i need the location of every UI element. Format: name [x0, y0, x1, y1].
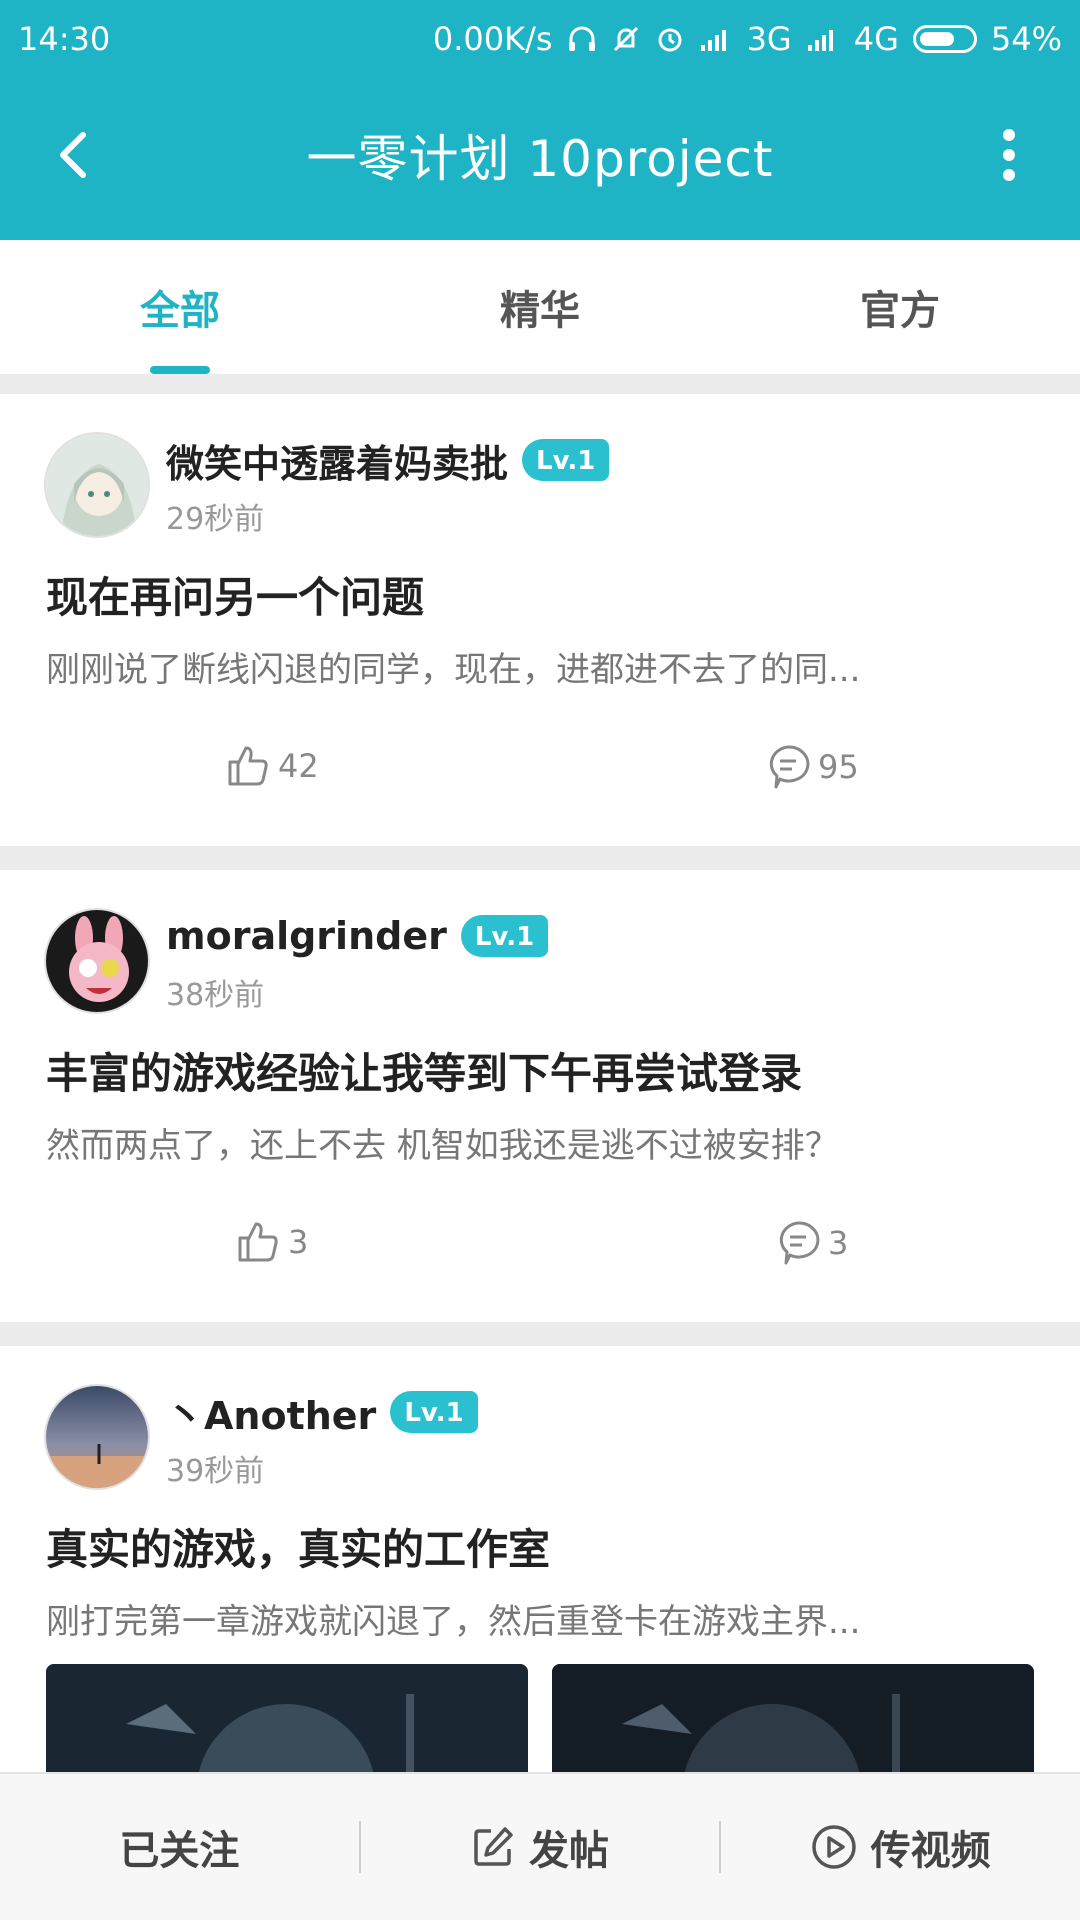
avatar[interactable] — [44, 1384, 150, 1490]
tab-indicator — [150, 366, 210, 374]
tab-label: 精华 — [500, 288, 580, 334]
bottom-action-bar: 已关注 发帖 传视频 — [0, 1772, 1080, 1920]
tab-label: 全部 — [140, 288, 220, 334]
post-author[interactable]: 微笑中透露着妈卖批 Lv.1 — [166, 432, 610, 488]
back-button[interactable] — [38, 120, 108, 190]
followed-label: 已关注 — [119, 1828, 240, 1874]
chevron-left-icon — [60, 132, 86, 178]
tab-official[interactable]: 官方 — [720, 240, 1080, 374]
battery-level: 54% — [990, 20, 1062, 58]
post-image[interactable] — [552, 1664, 1034, 1774]
comment-icon — [769, 745, 810, 789]
post-title[interactable]: 现在再问另一个问题 — [46, 564, 424, 625]
post-author[interactable]: moralgrinder Lv.1 — [166, 908, 549, 964]
tab-label: 官方 — [860, 288, 940, 334]
status-bar: 14:30 0.00K/s 3G 4G 54% — [0, 0, 1080, 78]
thumbs-up-icon — [238, 1222, 278, 1262]
avatar[interactable] — [44, 908, 150, 1014]
post-author[interactable]: 丶Another Lv.1 — [166, 1384, 478, 1440]
post-image[interactable] — [46, 1664, 528, 1774]
headset-icon — [567, 24, 597, 54]
post-excerpt: 然而两点了，还上不去 机智如我还是逃不过被安排？ — [46, 1126, 839, 1166]
post-images — [46, 1664, 1034, 1774]
new-post-label: 发帖 — [529, 1828, 609, 1874]
new-post-button[interactable]: 发帖 — [361, 1818, 720, 1876]
play-circle-icon — [811, 1825, 856, 1869]
post-excerpt: 刚打完第一章游戏就闪退了，然后重登卡在游戏主界... — [46, 1602, 861, 1642]
post-card[interactable]: moralgrinder Lv.1 38秒前 丰富的游戏经验让我等到下午再尝试登… — [0, 870, 1080, 1322]
mute-icon — [611, 24, 641, 54]
post-time: 39秒前 — [166, 1454, 265, 1489]
signal-icon — [699, 25, 733, 53]
title-bar: 一零计划 10project — [0, 90, 1080, 220]
author-name: moralgrinder — [166, 914, 447, 958]
comment-button[interactable]: 3 — [776, 1220, 848, 1266]
upload-video-label: 传视频 — [870, 1828, 991, 1874]
post-title[interactable]: 丰富的游戏经验让我等到下午再尝试登录 — [46, 1040, 802, 1101]
signal-icon — [806, 25, 840, 53]
author-name: 丶Another — [166, 1393, 377, 1438]
battery-icon — [912, 25, 977, 53]
author-name: 微笑中透露着妈卖批 — [166, 441, 509, 486]
like-button[interactable]: 3 — [236, 1220, 308, 1264]
tab-bar: 全部 精华 官方 — [0, 240, 1080, 374]
post-title[interactable]: 真实的游戏，真实的工作室 — [46, 1516, 550, 1577]
app-header: 14:30 0.00K/s 3G 4G 54% 一零计划 10project — [0, 0, 1080, 240]
tab-all[interactable]: 全部 — [0, 240, 360, 374]
comment-count: 95 — [818, 748, 859, 786]
level-badge: Lv.1 — [522, 439, 610, 481]
avatar[interactable] — [44, 432, 150, 538]
like-button[interactable]: 42 — [226, 744, 319, 788]
like-count: 3 — [288, 1223, 309, 1261]
tab-featured[interactable]: 精华 — [360, 240, 720, 374]
status-time: 14:30 — [18, 20, 111, 58]
net-speed: 0.00K/s — [432, 20, 553, 58]
post-time: 38秒前 — [166, 978, 265, 1013]
comment-icon — [779, 1221, 820, 1265]
alarm-icon — [655, 24, 685, 54]
edit-icon — [474, 1827, 513, 1866]
post-card[interactable]: 微笑中透露着妈卖批 Lv.1 29秒前 现在再问另一个问题 刚刚说了断线闪退的同… — [0, 394, 1080, 846]
followed-button[interactable]: 已关注 — [0, 1818, 359, 1876]
upload-video-button[interactable]: 传视频 — [721, 1818, 1080, 1876]
comment-count: 3 — [828, 1224, 849, 1262]
post-time: 29秒前 — [166, 502, 265, 537]
page-title: 一零计划 10project — [306, 130, 774, 188]
thumbs-up-icon — [228, 746, 268, 786]
network-3g: 3G — [746, 20, 792, 58]
status-icons: 0.00K/s 3G 4G 54% — [433, 20, 1062, 58]
more-vertical-icon — [1003, 129, 1015, 181]
level-badge: Lv.1 — [390, 1391, 478, 1433]
more-button[interactable] — [974, 120, 1044, 190]
post-excerpt: 刚刚说了断线闪退的同学，现在，进都进不去了的同... — [46, 650, 861, 690]
level-badge: Lv.1 — [460, 915, 549, 957]
network-4g: 4G — [853, 20, 899, 58]
comment-button[interactable]: 95 — [766, 744, 859, 790]
like-count: 42 — [278, 747, 319, 785]
